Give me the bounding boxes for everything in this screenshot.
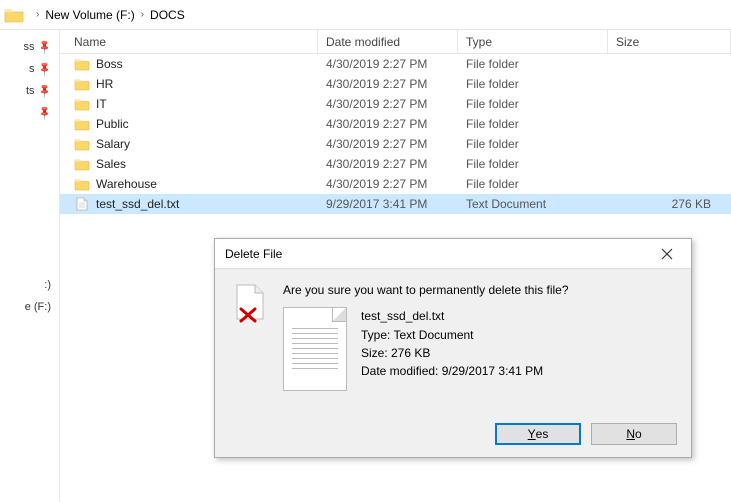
table-row[interactable]: IT 4/30/2019 2:27 PMFile folder [60,94,731,114]
yes-button[interactable]: Yes [495,423,581,445]
table-row[interactable]: Sales 4/30/2019 2:27 PMFile folder [60,154,731,174]
confirm-question: Are you sure you want to permanently del… [283,283,673,297]
column-header-name[interactable]: Name [60,30,318,53]
nav-item[interactable]: s📌 [0,58,59,80]
row-name: Warehouse [96,177,157,191]
row-type: Text Document [458,197,608,211]
table-row[interactable]: Warehouse 4/30/2019 2:27 PMFile folder [60,174,731,194]
breadcrumb-folder[interactable]: DOCS [150,8,185,22]
meta-date: Date modified: 9/29/2017 3:41 PM [361,362,543,380]
row-date: 4/30/2019 2:27 PM [318,137,458,151]
breadcrumb[interactable]: › New Volume (F:) › DOCS [0,0,731,30]
table-row[interactable]: HR 4/30/2019 2:27 PMFile folder [60,74,731,94]
nav-item[interactable]: ts📌 [0,80,59,102]
row-date: 4/30/2019 2:27 PM [318,77,458,91]
folder-icon [4,7,24,23]
row-type: File folder [458,77,608,91]
nav-item[interactable]: ss📌 [0,36,59,58]
column-header-date[interactable]: Date modified [318,30,458,53]
pin-icon: 📌 [36,39,53,56]
row-type: File folder [458,117,608,131]
delete-document-icon [233,283,269,323]
row-date: 4/30/2019 2:27 PM [318,117,458,131]
breadcrumb-drive[interactable]: New Volume (F:) [45,8,134,22]
row-name: Public [96,117,129,131]
nav-item-drive[interactable]: e (F:) [0,296,59,318]
delete-file-dialog: Delete File Are you sure you want to per… [214,238,692,458]
close-icon [661,248,673,260]
pin-icon: 📌 [36,105,53,122]
row-name: test_ssd_del.txt [96,197,179,211]
row-date: 4/30/2019 2:27 PM [318,177,458,191]
no-button[interactable]: No [591,423,677,445]
file-metadata: test_ssd_del.txt Type: Text Document Siz… [361,307,543,391]
row-type: File folder [458,177,608,191]
column-header-size[interactable]: Size [608,30,731,53]
row-date: 4/30/2019 2:27 PM [318,157,458,171]
row-name: Boss [96,57,123,71]
chevron-right-icon: › [36,9,39,20]
column-headers: Name Date modified Type Size [60,30,731,54]
row-date: 4/30/2019 2:27 PM [318,97,458,111]
meta-filename: test_ssd_del.txt [361,307,543,325]
close-button[interactable] [647,242,687,266]
nav-pane[interactable]: ss📌 s📌 ts📌 📌 :) e (F:) [0,30,60,502]
column-header-type[interactable]: Type [458,30,608,53]
row-type: File folder [458,57,608,71]
nav-item[interactable]: 📌 [0,102,59,124]
row-name: HR [96,77,113,91]
row-type: File folder [458,97,608,111]
pin-icon: 📌 [36,61,53,78]
row-type: File folder [458,137,608,151]
nav-item[interactable]: :) [0,274,59,296]
row-name: IT [96,97,107,111]
pin-icon: 📌 [36,83,53,100]
meta-size: Size: 276 KB [361,344,543,362]
document-icon [283,307,347,391]
meta-type: Type: Text Document [361,326,543,344]
row-name: Salary [96,137,130,151]
table-row[interactable]: Public 4/30/2019 2:27 PMFile folder [60,114,731,134]
dialog-title: Delete File [225,247,282,261]
row-date: 4/30/2019 2:27 PM [318,57,458,71]
row-name: Sales [96,157,126,171]
table-row[interactable]: Boss 4/30/2019 2:27 PMFile folder [60,54,731,74]
chevron-right-icon: › [141,9,144,20]
row-size: 276 KB [608,197,731,211]
row-date: 9/29/2017 3:41 PM [318,197,458,211]
row-type: File folder [458,157,608,171]
table-row[interactable]: Salary 4/30/2019 2:27 PMFile folder [60,134,731,154]
table-row[interactable]: test_ssd_del.txt 9/29/2017 3:41 PMText Do… [60,194,731,214]
